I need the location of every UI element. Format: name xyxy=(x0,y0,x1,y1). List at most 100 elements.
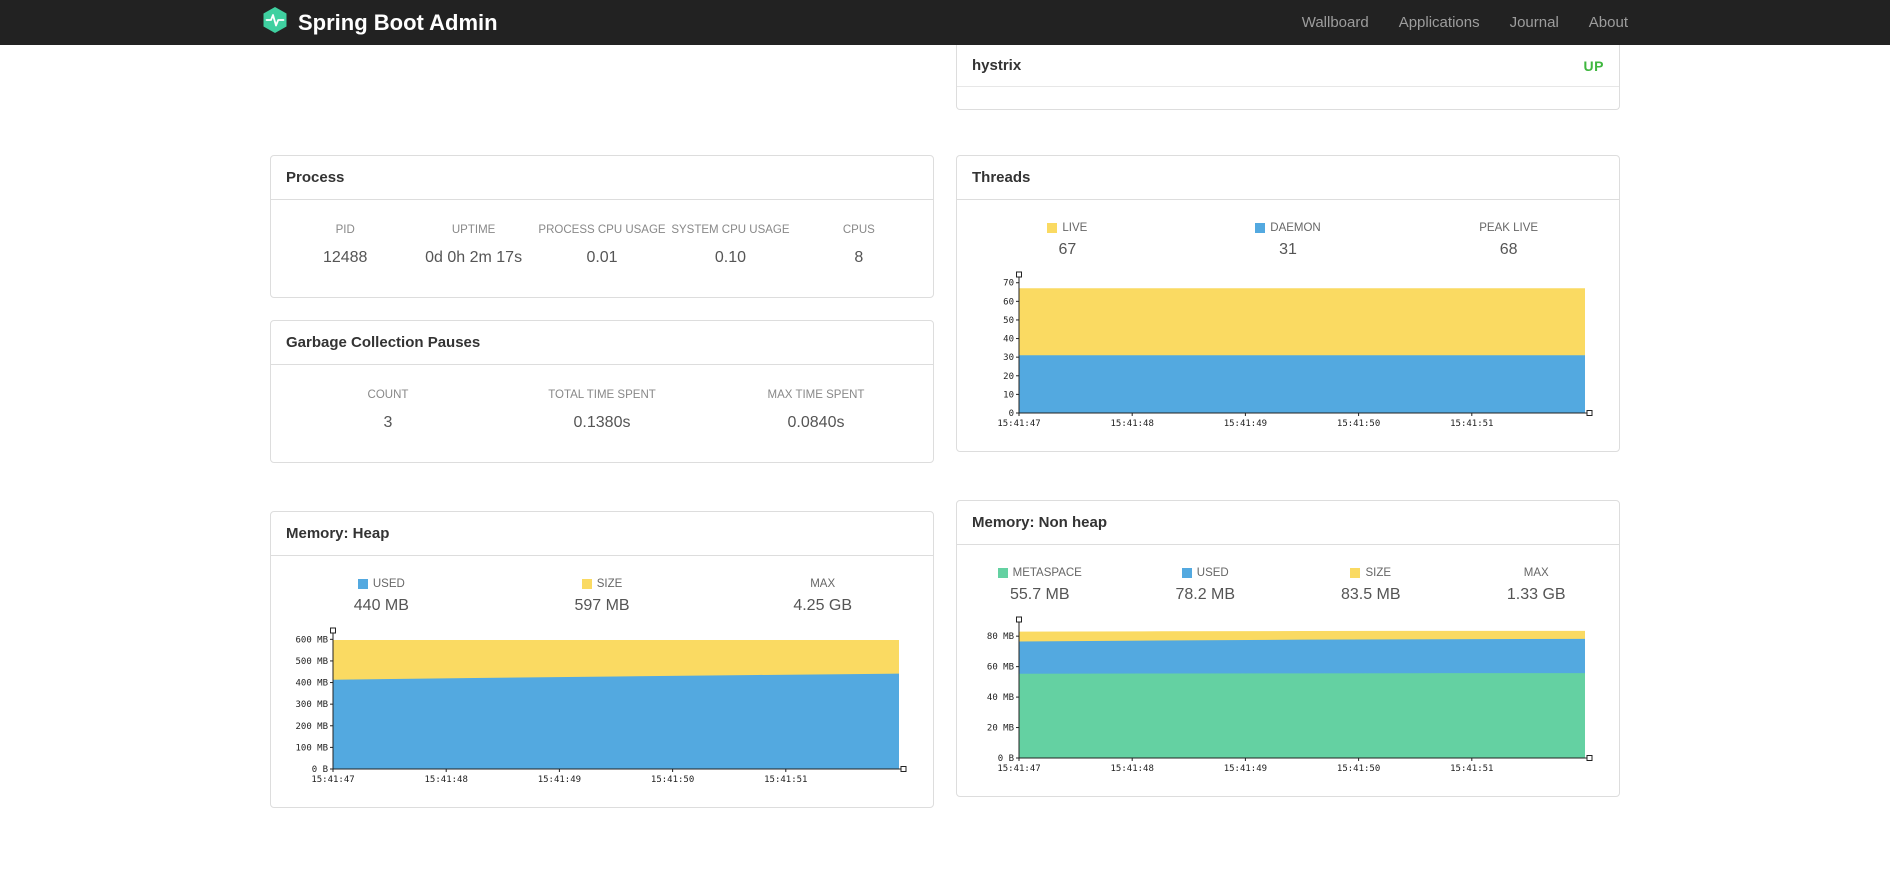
svg-text:40 MB: 40 MB xyxy=(987,693,1014,703)
stat-label: MAX TIME SPENT xyxy=(767,389,865,401)
legend-label: SIZE xyxy=(596,578,623,590)
svg-text:0: 0 xyxy=(1009,409,1014,419)
stat-gc-max-time: MAX TIME SPENT 0.0840s xyxy=(709,389,923,432)
stat-value: 12488 xyxy=(322,249,368,266)
legend-swatch xyxy=(1255,223,1266,233)
legend-value-peak-live: 68 xyxy=(1499,241,1518,258)
nav-link-applications[interactable]: Applications xyxy=(1399,14,1480,31)
main-content: Process PID 12488 UPTIME 0d 0h 2m 17s PR… xyxy=(270,45,1620,808)
memory-heap-panel: Memory: Heap USED SIZE MAX 440 MB 597 MB… xyxy=(270,511,934,808)
svg-text:15:41:48: 15:41:48 xyxy=(1111,764,1154,774)
legend-label: SIZE xyxy=(1365,567,1392,579)
stat-uptime: UPTIME 0d 0h 2m 17s xyxy=(409,224,537,267)
svg-text:15:41:49: 15:41:49 xyxy=(1224,764,1267,774)
stat-label: CPUS xyxy=(842,224,875,236)
svg-text:15:41:48: 15:41:48 xyxy=(425,775,468,785)
legend-item-peak-live: PEAK LIVE xyxy=(1398,222,1619,234)
gc-panel: Garbage Collection Pauses COUNT 3 TOTAL … xyxy=(270,320,934,463)
process-panel-title: Process xyxy=(271,156,933,200)
legend-swatch xyxy=(581,579,592,589)
nav-links: Wallboard Applications Journal About xyxy=(1302,14,1628,31)
legend-value-metaspace: 55.7 MB xyxy=(1009,586,1070,603)
legend-value-size: 83.5 MB xyxy=(1340,586,1401,603)
stat-label: COUNT xyxy=(367,389,409,401)
memory-heap-legend-values: 440 MB 597 MB 4.25 GB xyxy=(271,597,933,615)
legend-item-used: USED xyxy=(1123,567,1289,579)
gc-panel-title: Garbage Collection Pauses xyxy=(271,321,933,365)
svg-text:0 B: 0 B xyxy=(312,765,328,775)
memory-heap-panel-title: Memory: Heap xyxy=(271,512,933,556)
svg-text:15:41:51: 15:41:51 xyxy=(1450,419,1493,429)
legend-value-max: 1.33 GB xyxy=(1506,586,1566,603)
memory-heap-legend: USED SIZE MAX xyxy=(271,578,933,590)
svg-text:15:41:49: 15:41:49 xyxy=(538,775,581,785)
legend-value-live: 67 xyxy=(1058,241,1077,258)
legend-label: MAX xyxy=(1523,567,1549,579)
stat-label: PROCESS CPU USAGE xyxy=(538,224,666,236)
svg-text:15:41:51: 15:41:51 xyxy=(764,775,807,785)
memory-heap-chart: 0 B 100 MB 200 MB 300 MB 400 MB 500 MB 600 MB 1… xyxy=(285,627,907,785)
svg-text:60 MB: 60 MB xyxy=(987,663,1014,673)
memory-nonheap-chart: 0 B 20 MB 40 MB 60 MB 80 MB 15:41:47 15:41:48 1… xyxy=(971,616,1593,774)
health-panel-padding xyxy=(957,87,1619,109)
gc-stats: COUNT 3 TOTAL TIME SPENT 0.1380s MAX TIM… xyxy=(271,365,933,462)
legend-label: DAEMON xyxy=(1270,222,1321,234)
svg-text:20 MB: 20 MB xyxy=(987,724,1014,734)
navbar-container: Spring Boot Admin Wallboard Applications… xyxy=(262,6,1628,40)
legend-item-max: MAX xyxy=(712,578,933,590)
legend-label: USED xyxy=(1196,567,1229,579)
svg-text:60: 60 xyxy=(1003,297,1014,307)
stat-value: 0d 0h 2m 17s xyxy=(425,249,523,266)
legend-value-daemon: 31 xyxy=(1279,241,1297,258)
svg-text:15:41:49: 15:41:49 xyxy=(1224,419,1267,429)
legend-item-used: USED xyxy=(271,578,492,590)
threads-chart: 0 10 20 30 40 50 60 70 15:41:47 15:41:48 15:41:49 1… xyxy=(971,271,1593,429)
legend-item-max: MAX xyxy=(1454,567,1620,579)
legend-value-used: 78.2 MB xyxy=(1175,586,1236,603)
legend-item-size: SIZE xyxy=(492,578,713,590)
svg-text:0 B: 0 B xyxy=(998,754,1014,764)
legend-label: METASPACE xyxy=(1012,567,1082,579)
legend-item-size: SIZE xyxy=(1288,567,1454,579)
nav-link-about[interactable]: About xyxy=(1589,14,1628,31)
legend-label: MAX xyxy=(810,578,836,590)
svg-text:400 MB: 400 MB xyxy=(295,679,328,689)
svg-text:80 MB: 80 MB xyxy=(987,632,1014,642)
nav-link-wallboard[interactable]: Wallboard xyxy=(1302,14,1369,31)
svg-text:10: 10 xyxy=(1003,390,1014,400)
stat-value: 0.01 xyxy=(586,249,618,266)
svg-text:15:41:50: 15:41:50 xyxy=(651,775,694,785)
spring-boot-admin-logo-icon xyxy=(262,6,288,40)
svg-text:15:41:50: 15:41:50 xyxy=(1337,764,1380,774)
svg-text:15:41:47: 15:41:47 xyxy=(997,419,1040,429)
legend-swatch xyxy=(1181,568,1192,578)
svg-text:30: 30 xyxy=(1003,353,1014,363)
svg-text:15:41:47: 15:41:47 xyxy=(997,764,1040,774)
stat-label: PID xyxy=(335,224,355,236)
nav-link-journal[interactable]: Journal xyxy=(1510,14,1559,31)
svg-text:300 MB: 300 MB xyxy=(295,700,328,710)
threads-panel-title: Threads xyxy=(957,156,1619,200)
svg-text:20: 20 xyxy=(1003,372,1014,382)
memory-nonheap-legend-values: 55.7 MB 78.2 MB 83.5 MB 1.33 GB xyxy=(957,586,1619,604)
health-row-hystrix: hystrix UP xyxy=(957,45,1619,87)
process-stats: PID 12488 UPTIME 0d 0h 2m 17s PROCESS CP… xyxy=(271,200,933,297)
brand-link[interactable]: Spring Boot Admin xyxy=(262,6,498,40)
legend-item-metaspace: METASPACE xyxy=(957,567,1123,579)
legend-item-live: LIVE xyxy=(957,222,1178,234)
legend-value-max: 4.25 GB xyxy=(793,597,853,614)
svg-text:70: 70 xyxy=(1003,279,1014,289)
navbar: Spring Boot Admin Wallboard Applications… xyxy=(0,0,1890,45)
legend-swatch xyxy=(1350,568,1361,578)
stat-label: UPTIME xyxy=(451,224,496,236)
memory-nonheap-panel-title: Memory: Non heap xyxy=(957,501,1619,545)
svg-text:100 MB: 100 MB xyxy=(295,743,328,753)
legend-item-daemon: DAEMON xyxy=(1178,222,1399,234)
stat-cpus: CPUS 8 xyxy=(795,224,923,267)
svg-text:40: 40 xyxy=(1003,335,1014,345)
threads-legend: LIVE DAEMON PEAK LIVE xyxy=(957,222,1619,234)
svg-text:500 MB: 500 MB xyxy=(295,657,328,667)
stat-value: 0.1380s xyxy=(573,414,631,431)
stat-value: 0.10 xyxy=(714,249,746,266)
legend-value-used: 440 MB xyxy=(353,597,409,614)
